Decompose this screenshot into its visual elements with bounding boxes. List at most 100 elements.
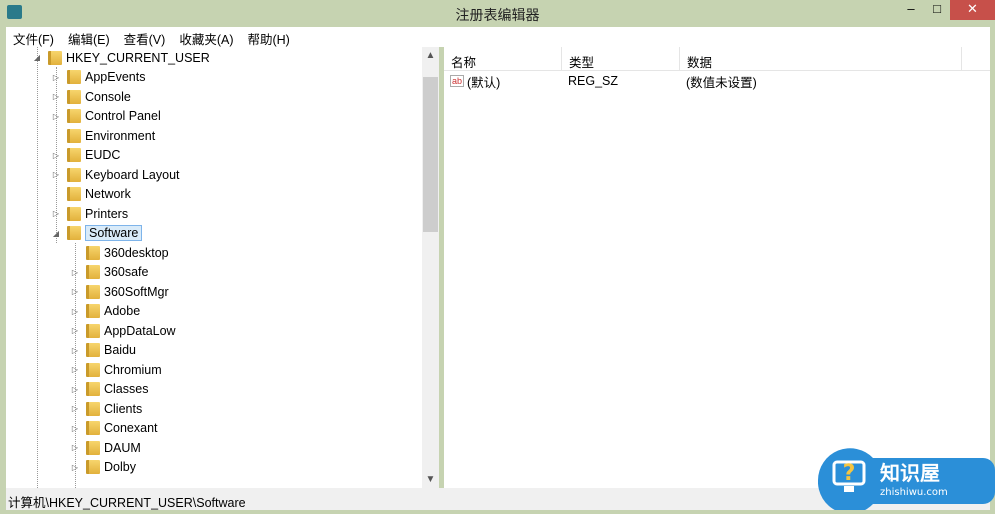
folder-icon [67,187,81,201]
tree-node[interactable]: ▷ Baidu [70,341,136,360]
tree-node-label: Adobe [104,304,141,318]
zhishiwu-watermark-logo: ? 知识屋 zhishiwu.com [818,448,995,510]
tree-node[interactable]: Network [51,185,131,204]
expand-icon[interactable]: ▷ [70,326,80,335]
tree-node-label: Baidu [104,343,136,357]
close-button[interactable]: ✕ [950,0,995,20]
tree-node[interactable]: ◢ Software [51,224,143,243]
collapse-icon[interactable]: ◢ [32,53,42,62]
tree-node-label: 360safe [104,265,149,279]
tree-node[interactable]: ▷ 360safe [70,263,148,282]
column-data[interactable]: 数据 [680,47,962,70]
scroll-thumb[interactable] [423,77,438,232]
values-pane: 名称 类型 数据 ab (默认) REG_SZ (数值未设置) [444,47,990,488]
maximize-button[interactable]: □ [924,0,950,20]
folder-icon [67,89,81,104]
tree-node[interactable]: ▷ DAUM [70,438,141,457]
minimize-button[interactable]: – [898,0,924,20]
menu-bar: 文件(F) 编辑(E) 查看(V) 收藏夹(A) 帮助(H) [6,27,990,47]
tree-node[interactable]: ▷ Classes [70,380,148,399]
expand-icon[interactable]: ▷ [51,151,61,160]
folder-icon [67,206,81,221]
expand-icon[interactable]: ▷ [70,443,80,452]
tree-node[interactable]: ▷ EUDC [51,146,120,165]
expand-icon[interactable]: ▷ [70,404,80,413]
menu-favorites[interactable]: 收藏夹(A) [172,27,240,47]
collapse-icon[interactable]: ◢ [51,229,61,238]
tree-node-label: AppEvents [85,70,146,84]
tree-node[interactable]: ▷ Dolby [70,458,136,477]
value-type: REG_SZ [568,74,619,88]
expand-icon[interactable]: ▷ [70,346,80,355]
expand-icon[interactable]: ▷ [70,385,80,394]
expand-icon[interactable]: ▷ [70,463,80,472]
tree-node-label: 360desktop [104,245,169,260]
scroll-up-icon[interactable]: ▲ [422,50,439,61]
tree-node[interactable]: ▷ Chromium [70,360,162,379]
tree-node-label: 360SoftMgr [104,284,169,299]
folder-icon [86,460,100,474]
expand-icon[interactable]: ▷ [70,307,80,316]
expand-icon[interactable]: ▷ [70,287,80,296]
registry-tree: ▲ ▼ ◢ HKEY_CURRENT_USER ▷ AppEvents ▷ Console… [6,47,439,488]
tree-node-label: DAUM [104,440,141,455]
string-value-icon: ab [450,75,465,87]
folder-icon [67,128,81,143]
tree-node-label: Chromium [104,362,162,377]
tree-node[interactable]: ▷ Keyboard Layout [51,165,180,184]
value-row[interactable]: ab (默认) REG_SZ (数值未设置) [444,71,990,91]
tree-node[interactable]: ▷ AppEvents [51,68,145,87]
tree-scrollbar[interactable]: ▲ ▼ [422,47,439,488]
folder-icon [86,304,100,318]
expand-icon[interactable]: ▷ [70,424,80,433]
expand-icon[interactable]: ▷ [70,268,80,277]
tree-node[interactable]: Environment [51,126,155,145]
tree-node-label: Environment [85,128,156,143]
expand-icon[interactable]: ▷ [51,73,61,82]
tree-node-label: HKEY_CURRENT_USER [66,50,210,65]
folder-icon [86,245,100,260]
svg-text:zhishiwu.com: zhishiwu.com [880,487,948,498]
tree-node-label: Console [85,89,131,104]
folder-icon [86,265,100,279]
menu-edit[interactable]: 编辑(E) [61,27,117,47]
folder-icon [86,343,100,357]
expand-icon[interactable]: ▷ [51,209,61,218]
tree-node[interactable]: 360desktop [70,243,169,262]
tree-node-label: AppDataLow [104,323,176,338]
tree-node[interactable]: ▷ 360SoftMgr [70,282,169,301]
tree-node[interactable]: ▷ Conexant [70,419,158,438]
folder-icon [67,109,81,123]
tree-node-label: Printers [85,206,129,221]
menu-view[interactable]: 查看(V) [117,27,173,47]
tree-node[interactable]: ▷ Console [51,87,131,106]
tree-node[interactable]: ▷ Adobe [70,302,140,321]
column-type[interactable]: 类型 [562,47,680,70]
tree-node-label: Keyboard Layout [85,167,180,182]
tree-node[interactable]: ◢ HKEY_CURRENT_USER [32,48,210,67]
tree-node[interactable]: ▷ Control Panel [51,107,161,126]
tree-node-label: Conexant [104,421,158,435]
window-title: 注册表编辑器 [455,7,540,23]
folder-icon [86,362,100,377]
tree-node-label: Dolby [104,460,136,474]
tree-node[interactable]: ▷ Clients [70,399,142,418]
value-data: (数值未设置) [686,75,757,90]
expand-icon[interactable]: ▷ [51,112,61,121]
tree-node-label: Classes [104,382,149,396]
folder-icon [86,401,100,416]
folder-icon [86,421,100,435]
expand-icon[interactable]: ▷ [51,92,61,101]
menu-file[interactable]: 文件(F) [6,27,61,47]
tree-node[interactable]: ▷ AppDataLow [70,321,176,340]
svg-text:?: ? [843,461,856,486]
tree-node[interactable]: ▷ Printers [51,204,128,223]
expand-icon[interactable]: ▷ [51,170,61,179]
expand-icon[interactable]: ▷ [70,365,80,374]
folder-icon [67,70,81,84]
tree-node-label: Control Panel [85,109,161,123]
folder-icon [86,323,100,338]
column-name[interactable]: 名称 [444,47,562,70]
scroll-down-icon[interactable]: ▼ [422,474,439,485]
menu-help[interactable]: 帮助(H) [240,27,296,47]
